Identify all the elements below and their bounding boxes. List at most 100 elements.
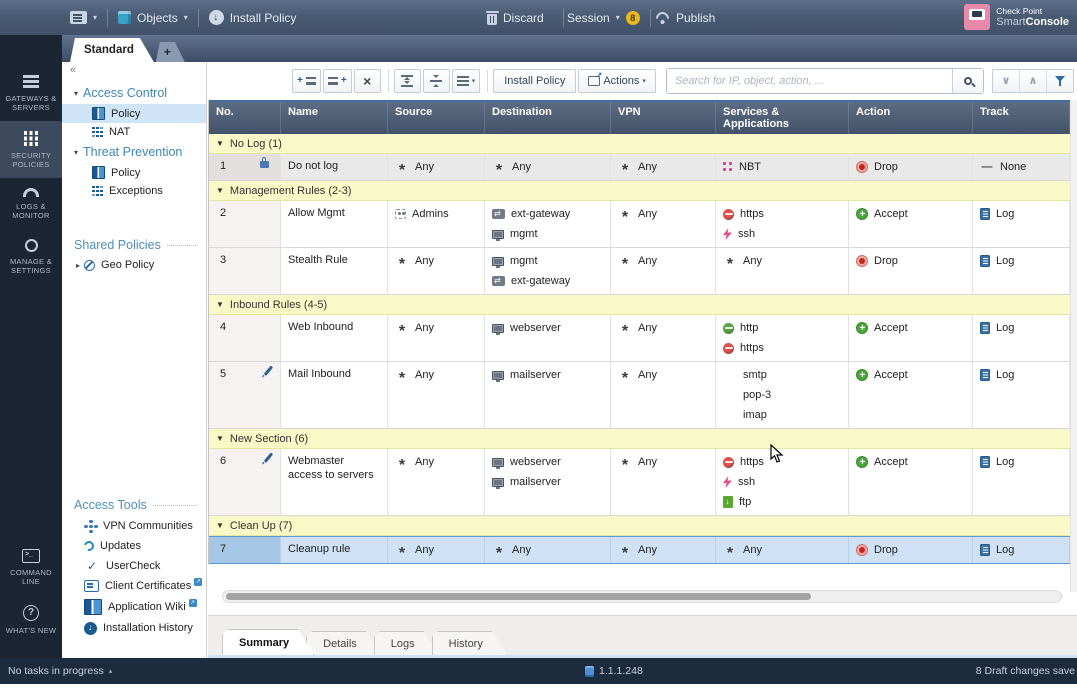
rule-row-7[interactable]: 7 Cleanup rule Any Any Any Any Drop Log bbox=[209, 536, 1070, 564]
section-row-inbound-rules-4-5[interactable]: ▼ Inbound Rules (4-5) bbox=[209, 295, 1070, 315]
cell-vpn[interactable]: Any bbox=[611, 362, 716, 428]
search-input[interactable] bbox=[666, 74, 952, 87]
section-row-management-rules-2-3[interactable]: ▼ Management Rules (2-3) bbox=[209, 181, 1070, 201]
cell-action[interactable]: Drop bbox=[849, 154, 973, 180]
tree-item-policy[interactable]: Policy bbox=[62, 163, 206, 182]
cell-action[interactable]: Accept bbox=[849, 449, 973, 515]
tab-logs[interactable]: Logs bbox=[374, 631, 440, 655]
install-policy-button[interactable]: Install Policy bbox=[208, 10, 296, 25]
tree-item-policy[interactable]: Policy bbox=[62, 104, 206, 123]
app-menu-button[interactable]: ▾ bbox=[70, 11, 97, 24]
cell-source[interactable]: Any bbox=[388, 449, 485, 515]
cell-no[interactable]: 4 bbox=[209, 315, 281, 361]
add-rule-above-button[interactable]: + bbox=[292, 68, 321, 93]
find-next-button[interactable]: ∨ bbox=[993, 70, 1019, 92]
new-tab-button[interactable]: + bbox=[156, 42, 185, 62]
publish-button[interactable]: Publish bbox=[655, 9, 715, 26]
tasks-status-button[interactable]: No tasks in progress ▴ bbox=[8, 665, 112, 677]
tool-item-client-certificates[interactable]: Client Certificates ↗ bbox=[62, 576, 206, 595]
cell-no[interactable]: 2 bbox=[209, 201, 281, 247]
cell-no[interactable]: 6 bbox=[209, 449, 281, 515]
search-button[interactable] bbox=[951, 68, 983, 93]
cell-name[interactable]: Web Inbound bbox=[281, 315, 388, 361]
tool-item-updates[interactable]: Updates bbox=[62, 536, 206, 555]
cell-vpn[interactable]: Any bbox=[611, 154, 716, 180]
cell-vpn[interactable]: Any bbox=[611, 201, 716, 247]
column-header-destination[interactable]: Destination bbox=[485, 102, 611, 134]
sidebar-item-manage[interactable]: MANAGE & SETTINGS bbox=[0, 229, 62, 284]
tree-group-threat-prevention[interactable]: ▾ Threat Prevention bbox=[62, 141, 206, 163]
cell-source[interactable]: Any bbox=[388, 362, 485, 428]
sidebar-collapse-button[interactable]: « bbox=[70, 64, 76, 76]
rule-row-1[interactable]: 1 Do not log Any Any Any NBT Drop None bbox=[209, 154, 1070, 181]
cell-track[interactable]: Log bbox=[973, 537, 1070, 563]
view-menu-button[interactable]: ▾ bbox=[451, 68, 481, 93]
vertical-scrollbar[interactable] bbox=[1070, 100, 1077, 592]
scrollbar-thumb[interactable] bbox=[226, 593, 811, 600]
cell-services[interactable]: NBT bbox=[716, 154, 849, 180]
cell-track[interactable]: Log bbox=[973, 201, 1070, 247]
rule-row-2[interactable]: 2 Allow Mgmt Admins ext-gateway mgmt Any https… bbox=[209, 201, 1070, 248]
column-header-action[interactable]: Action bbox=[849, 102, 973, 134]
objects-button[interactable]: Objects ▾ bbox=[118, 11, 188, 25]
sidebar-item-whats-new[interactable]: WHAT'S NEW bbox=[0, 595, 62, 644]
cell-track[interactable]: None bbox=[973, 154, 1070, 180]
cell-vpn[interactable]: Any bbox=[611, 315, 716, 361]
delete-rule-button[interactable]: × bbox=[353, 68, 381, 93]
cell-track[interactable]: Log bbox=[973, 248, 1070, 294]
column-header-source[interactable]: Source bbox=[388, 102, 485, 134]
tab-details[interactable]: Details bbox=[306, 631, 382, 655]
cell-track[interactable]: Log bbox=[973, 315, 1070, 361]
cell-vpn[interactable]: Any bbox=[611, 248, 716, 294]
filter-button[interactable] bbox=[1045, 69, 1073, 92]
column-header-no[interactable]: No. bbox=[209, 102, 281, 134]
session-dropdown[interactable]: Session ▾ 8 bbox=[567, 10, 640, 25]
cell-vpn[interactable]: Any bbox=[611, 449, 716, 515]
cell-action[interactable]: Accept bbox=[849, 362, 973, 428]
cell-services[interactable]: smtp pop-3 imap bbox=[716, 362, 849, 428]
cell-name[interactable]: Allow Mgmt bbox=[281, 201, 388, 247]
cell-services[interactable]: http https bbox=[716, 315, 849, 361]
cell-destination[interactable]: ext-gateway mgmt bbox=[485, 201, 611, 247]
rule-row-4[interactable]: 4 Web Inbound Any webserver Any http https Acce… bbox=[209, 315, 1070, 362]
cell-destination[interactable]: mgmt ext-gateway bbox=[485, 248, 611, 294]
cell-no[interactable]: 3 bbox=[209, 248, 281, 294]
sidebar-item-gateways[interactable]: GATEWAYS & SERVERS bbox=[0, 65, 62, 121]
sidebar-item-logs[interactable]: LOGS & MONITOR bbox=[0, 178, 62, 229]
cell-name[interactable]: Webmaster access to servers bbox=[281, 449, 388, 515]
cell-track[interactable]: Log bbox=[973, 362, 1070, 428]
cell-source[interactable]: Any bbox=[388, 537, 485, 563]
cell-action[interactable]: Drop bbox=[849, 248, 973, 294]
install-policy-toolbar-button[interactable]: Install Policy bbox=[493, 68, 577, 93]
cell-action[interactable]: Accept bbox=[849, 315, 973, 361]
tree-item-nat[interactable]: NAT bbox=[62, 123, 206, 141]
cell-action[interactable]: Accept bbox=[849, 201, 973, 247]
cell-no[interactable]: 5 bbox=[209, 362, 281, 428]
cell-source[interactable]: Any bbox=[388, 315, 485, 361]
horizontal-scrollbar[interactable] bbox=[222, 590, 1062, 603]
column-header-track[interactable]: Track bbox=[973, 102, 1070, 134]
tool-item-application-wiki[interactable]: Application Wiki ↗ bbox=[62, 595, 206, 618]
tree-item-geo-policy[interactable]: ▸ Geo Policy bbox=[62, 256, 206, 274]
actions-dropdown-button[interactable]: Actions ▾ bbox=[578, 68, 656, 93]
section-row-new-section-6[interactable]: ▼ New Section (6) bbox=[209, 429, 1070, 449]
cell-action[interactable]: Drop bbox=[849, 537, 973, 563]
tool-item-vpn-communities[interactable]: VPN Communities bbox=[62, 516, 206, 536]
section-row-clean-up-7[interactable]: ▼ Clean Up (7) bbox=[209, 516, 1070, 536]
cell-no[interactable]: 7 bbox=[209, 537, 281, 563]
rule-row-6[interactable]: 6 Webmaster access to servers Any webserver… bbox=[209, 449, 1070, 516]
cell-destination[interactable]: webserver mailserver bbox=[485, 449, 611, 515]
sidebar-item-security[interactable]: SECURITY POLICIES bbox=[0, 121, 62, 178]
sidebar-item-command-line[interactable]: COMMAND LINE bbox=[0, 539, 62, 595]
discard-button[interactable]: Discard bbox=[485, 10, 544, 25]
find-previous-button[interactable]: ∧ bbox=[1018, 69, 1046, 92]
tool-item-usercheck[interactable]: UserCheck bbox=[62, 555, 206, 576]
tab-summary[interactable]: Summary bbox=[222, 629, 314, 655]
cell-track[interactable]: Log bbox=[973, 449, 1070, 515]
collapse-sections-button[interactable] bbox=[422, 68, 450, 93]
cell-destination[interactable]: webserver bbox=[485, 315, 611, 361]
tree-item-exceptions[interactable]: Exceptions bbox=[62, 182, 206, 200]
column-header-name[interactable]: Name bbox=[281, 102, 388, 134]
cell-services[interactable]: https ssh bbox=[716, 201, 849, 247]
cell-services[interactable]: Any bbox=[716, 537, 849, 563]
